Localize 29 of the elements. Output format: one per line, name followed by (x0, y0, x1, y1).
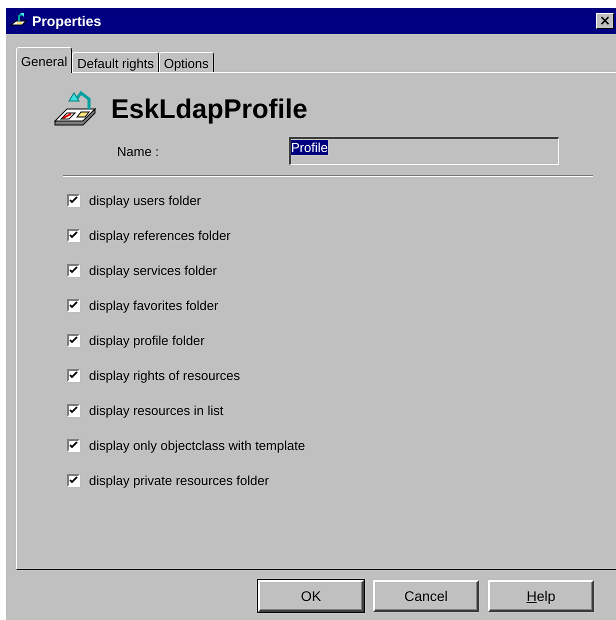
option-label: display profile folder (89, 333, 205, 348)
dialog-button[interactable]: Help (488, 580, 594, 612)
checkbox[interactable] (67, 229, 80, 242)
tab[interactable]: Options (158, 52, 214, 72)
option-label: display services folder (89, 263, 217, 278)
checkbox[interactable] (67, 194, 80, 207)
checkbox[interactable] (67, 299, 80, 312)
tab[interactable]: General (16, 47, 72, 73)
option-label: display references folder (89, 228, 231, 243)
profile-title: EskLdapProfile (111, 94, 308, 124)
checkbox[interactable] (67, 264, 80, 277)
dialog-button[interactable]: Cancel (373, 580, 479, 612)
option-label: display users folder (89, 193, 201, 208)
option-label: display only objectclass with template (89, 438, 306, 453)
dialog-button[interactable]: OK (258, 580, 364, 612)
checkbox[interactable] (67, 334, 80, 347)
close-button[interactable]: × (596, 13, 614, 29)
name-field[interactable]: Profile (289, 137, 559, 165)
option-label: display private resources folder (89, 473, 269, 488)
tab[interactable]: Default rights (72, 52, 159, 72)
window-title: Properties (32, 13, 102, 29)
checkbox[interactable] (67, 404, 80, 417)
option-label: display rights of resources (89, 368, 240, 383)
checkbox[interactable] (67, 369, 80, 382)
checkbox[interactable] (67, 439, 80, 452)
option-label: display resources in list (89, 403, 224, 418)
name-label: Name : (117, 144, 160, 158)
checkbox[interactable] (67, 474, 80, 487)
option-label: display favorites folder (89, 298, 218, 313)
